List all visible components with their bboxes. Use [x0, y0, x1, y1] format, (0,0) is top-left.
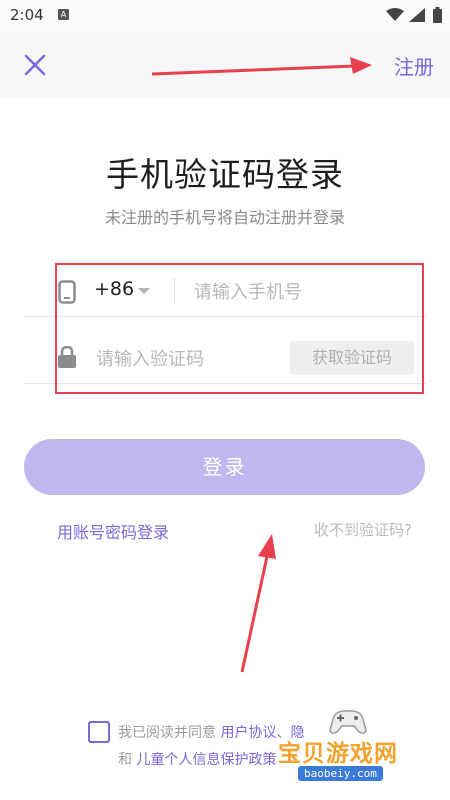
agreement-prefix: 我已阅读并同意: [118, 725, 221, 741]
login-button[interactable]: 登录: [24, 439, 425, 495]
user-agreement-link[interactable]: 用户协议: [220, 725, 276, 741]
agreement-text-line2: 和 儿童个人信息保护政策: [118, 749, 276, 769]
status-time: 2:04: [10, 6, 44, 24]
annotation-arrow-right: [151, 57, 372, 76]
watermark-domain: baobeiy.com: [298, 766, 383, 781]
watermark-title: 宝贝游戏网: [278, 741, 398, 767]
annotation-highlight-box: [55, 263, 424, 394]
battery-icon: [433, 7, 442, 23]
close-icon[interactable]: [22, 52, 48, 78]
page-subtitle: 未注册的手机号将自动注册并登录: [104, 208, 345, 227]
register-link[interactable]: 注册: [394, 51, 434, 80]
password-login-link[interactable]: 用账号密码登录: [57, 519, 169, 543]
gamepad-icon: [329, 710, 367, 734]
annotation-arrow-up: [240, 534, 276, 673]
page-title: 手机验证码登录: [106, 155, 344, 194]
no-code-help-link[interactable]: 收不到验证码?: [314, 519, 412, 540]
child-privacy-policy-link[interactable]: 儿童个人信息保护政策: [136, 752, 276, 768]
status-bar: 2:04 A: [0, 0, 450, 32]
app-notification-icon: A: [58, 9, 69, 20]
wifi-icon: [386, 8, 404, 21]
site-watermark: 宝贝游戏网 baobeiy.com: [274, 700, 424, 790]
agreement-checkbox[interactable]: [88, 721, 110, 743]
agreement-and: 和: [118, 752, 137, 768]
signal-icon: [409, 8, 425, 22]
